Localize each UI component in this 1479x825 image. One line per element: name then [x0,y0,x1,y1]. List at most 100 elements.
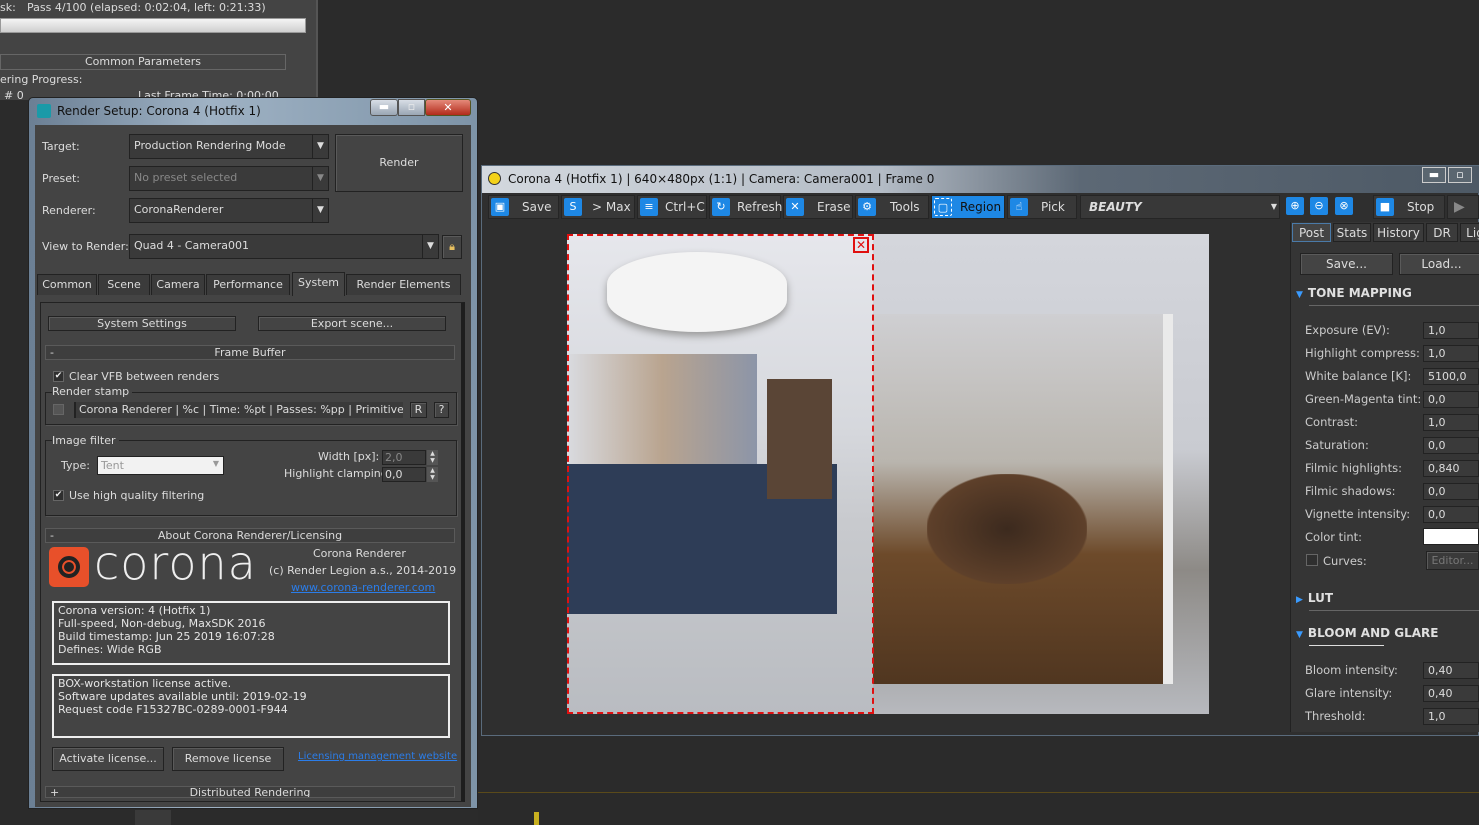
background-render-dialog: sk: Pass 4/100 (elapsed: 0:02:04, left: … [0,0,318,102]
region-close-icon[interactable]: ✕ [853,237,869,253]
tab-render-elements[interactable]: Render Elements [346,274,461,295]
render-start-button[interactable]: ▶ [1447,195,1479,219]
licensing-management-link[interactable]: Licensing management website [298,751,457,762]
gear-icon: ⚙ [858,198,876,216]
channel-dropdown[interactable]: BEAUTY ▼ [1080,195,1280,219]
render-stamp-input[interactable]: Corona Renderer | %c | Time: %pt | Passe… [74,402,403,418]
frame-buffer-rollout-header[interactable]: - Frame Buffer [45,345,455,360]
clear-vfb-checkbox[interactable]: ✔ [53,371,64,382]
target-dropdown[interactable]: Production Rendering Mode ▼ [129,134,329,159]
timeline-bar[interactable] [478,792,1479,825]
post-load-button[interactable]: Load... [1399,253,1479,275]
close-button[interactable]: ✕ [425,99,471,116]
tab-camera[interactable]: Camera [151,274,205,295]
hq-filter-checkbox[interactable]: ✔ [53,490,64,501]
chevron-down-icon: ▼ [1270,202,1277,211]
tab-history[interactable]: History [1373,223,1424,242]
tone-mapping-section[interactable]: ▼ TONE MAPPING [1296,286,1412,300]
tab-post[interactable]: Post [1292,223,1331,242]
divider [1309,305,1479,306]
tab-performance[interactable]: Performance [206,274,290,295]
refresh-button[interactable]: ↻ Refresh [709,195,782,219]
render-region-selection[interactable] [567,234,874,714]
vfb-maximize-button[interactable]: ▫ [1448,167,1472,183]
website-link[interactable]: www.corona-renderer.com [291,581,435,594]
save-button[interactable]: ▣ Save [488,195,559,219]
tools-button[interactable]: ⚙ Tools [855,195,929,219]
view-to-render-dropdown[interactable]: Quad 4 - Camera001 ▼ [129,234,439,259]
zoom-in-button[interactable]: ⊕ [1284,195,1306,219]
export-scene-button[interactable]: Export scene... [258,316,446,331]
time-slider-marker[interactable] [534,812,539,825]
region-button[interactable]: ▢ Region [931,195,1005,219]
divider [1309,610,1479,611]
stop-button[interactable]: ■ Stop [1373,195,1445,219]
stamp-help-button[interactable]: ? [434,402,449,418]
filter-type-dropdown[interactable]: Tent ▼ [97,456,224,475]
erase-button[interactable]: ✕ Erase [783,195,853,219]
filmic-highlights-input[interactable]: 0,840 [1423,460,1479,477]
zoom-fit-button[interactable]: ⊗ [1333,195,1355,219]
param-label: Bloom intensity: [1305,663,1398,677]
remove-license-button[interactable]: Remove license [172,747,284,771]
stop-icon: ■ [1376,198,1394,216]
post-save-button[interactable]: Save... [1300,253,1393,275]
color-tint-swatch[interactable] [1423,528,1479,545]
corona-icon [488,172,501,185]
bloom-intensity-input[interactable]: 0,40 [1423,662,1479,679]
stamp-reset-button[interactable]: R [410,402,427,418]
tab-lightmix[interactable]: Lig [1460,223,1479,242]
minimize-button[interactable]: ▬ [370,99,398,116]
activate-license-button[interactable]: Activate license... [52,747,164,771]
bottom-icon [135,810,171,825]
highlight-compress-input[interactable]: 1,0 [1423,345,1479,362]
render-stamp-checkbox[interactable] [53,404,64,415]
pick-icon: ☝ [1010,198,1028,216]
exposure-input[interactable]: 1,0 [1423,322,1479,339]
spinner-arrows[interactable]: ▲ ▼ [427,467,438,482]
frame-number: # 0 [4,89,24,102]
tab-common[interactable]: Common [37,274,97,295]
render-progress-bar [0,18,306,33]
curves-checkbox[interactable] [1306,554,1318,566]
clear-vfb-label: Clear VFB between renders [69,370,220,383]
copy-button[interactable]: ≡ Ctrl+C [637,195,707,219]
contrast-input[interactable]: 1,0 [1423,414,1479,431]
vignette-input[interactable]: 0,0 [1423,506,1479,523]
tab-scene[interactable]: Scene [98,274,150,295]
renderer-label: Renderer: [42,204,96,217]
system-settings-button[interactable]: System Settings [48,316,236,331]
render-button[interactable]: Render [335,134,463,192]
chevron-down-icon: ▼ [212,459,219,468]
threshold-input[interactable]: 1,0 [1423,708,1479,725]
zoom-in-icon: ⊕ [1286,197,1304,215]
vfb-minimize-button[interactable]: ▬ [1422,167,1446,183]
zoom-out-button[interactable]: ⊖ [1308,195,1330,219]
lut-section[interactable]: ▶ LUT [1296,591,1333,605]
preset-dropdown[interactable]: No preset selected ▼ [129,166,329,191]
pick-button[interactable]: ☝ Pick [1007,195,1077,219]
distributed-rendering-rollout-header[interactable]: + Distributed Rendering [45,786,455,798]
maximize-button[interactable]: ▫ [398,99,425,116]
tab-dr[interactable]: DR [1426,223,1458,242]
lock-icon: 🔒︎ [449,240,455,253]
glare-intensity-input[interactable]: 0,40 [1423,685,1479,702]
lock-view-button[interactable]: 🔒︎ [442,235,462,259]
curves-editor-button[interactable]: Editor... [1426,551,1479,570]
saturation-input[interactable]: 0,0 [1423,437,1479,454]
filter-width-spinner[interactable]: 2,0 [382,450,426,465]
to-max-button[interactable]: S > Max [561,195,635,219]
filmic-shadows-input[interactable]: 0,0 [1423,483,1479,500]
collapsed-triangle-icon: ▶ [1296,595,1303,605]
tab-system[interactable]: System [292,272,345,296]
white-balance-input[interactable]: 5100,0 [1423,368,1479,385]
green-magenta-input[interactable]: 0,0 [1423,391,1479,408]
curves-label: Curves: [1323,554,1367,568]
bloom-glare-section[interactable]: ▼ BLOOM AND GLARE [1296,626,1439,640]
window-title: Render Setup: Corona 4 (Hotfix 1) [57,104,261,118]
product-name: Corona Renderer [313,547,406,560]
renderer-dropdown[interactable]: CoronaRenderer ▼ [129,198,329,223]
tab-stats[interactable]: Stats [1333,223,1371,242]
highlight-clamping-spinner[interactable]: 0,0 [382,467,426,482]
spinner-arrows[interactable]: ▲ ▼ [427,450,438,465]
